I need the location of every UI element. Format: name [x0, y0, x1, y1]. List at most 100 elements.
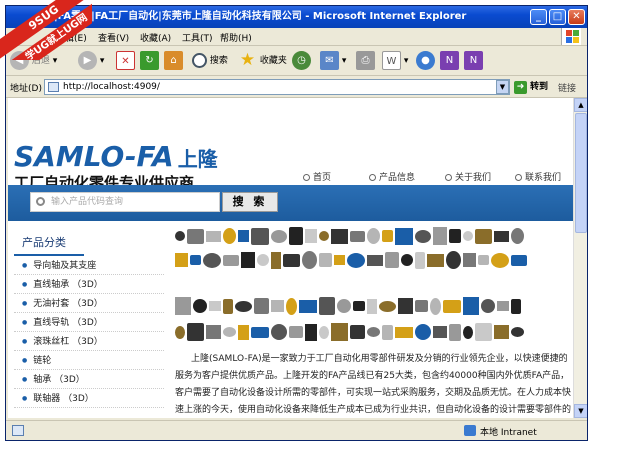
category-item[interactable]: 无油衬套 （3D）	[14, 294, 164, 313]
product-thumbnail[interactable]	[446, 251, 461, 269]
search-toolbar-button[interactable]: 搜索	[192, 50, 228, 72]
product-thumbnail[interactable]	[347, 252, 365, 268]
product-thumbnail[interactable]	[337, 299, 351, 313]
product-thumbnail[interactable]	[251, 326, 269, 338]
product-thumbnail[interactable]	[187, 228, 204, 244]
product-thumbnail[interactable]	[449, 323, 461, 341]
refresh-button[interactable]: ↻	[140, 50, 159, 72]
product-thumbnail[interactable]	[209, 301, 221, 311]
minimize-button[interactable]: _	[530, 9, 547, 25]
product-thumbnail[interactable]	[175, 231, 185, 241]
product-thumbnail[interactable]	[475, 228, 492, 244]
product-thumbnail[interactable]	[395, 326, 413, 338]
search-button[interactable]: 搜 索	[222, 192, 278, 212]
product-thumbnail[interactable]	[475, 323, 492, 341]
product-thumbnail[interactable]	[415, 300, 428, 312]
product-thumbnail[interactable]	[283, 253, 300, 267]
product-thumbnail[interactable]	[350, 230, 365, 242]
edit-button[interactable]: W ▾	[382, 50, 408, 72]
product-thumbnail[interactable]	[350, 325, 365, 339]
category-item[interactable]: 轴承 （3D）	[14, 370, 164, 389]
print-button[interactable]: ⎙	[356, 50, 375, 72]
product-thumbnail[interactable]	[206, 230, 221, 242]
product-thumbnail[interactable]	[289, 227, 303, 245]
address-input[interactable]: http://localhost:4909/	[44, 79, 510, 95]
product-thumbnail[interactable]	[494, 230, 509, 242]
favorites-button[interactable]: ★ 收藏夹	[238, 50, 287, 72]
product-thumbnail[interactable]	[415, 229, 431, 243]
product-thumbnail[interactable]	[223, 298, 233, 314]
product-thumbnail[interactable]	[367, 298, 377, 314]
history-button[interactable]: ◷	[292, 50, 311, 72]
product-thumbnail[interactable]	[398, 298, 413, 314]
nav-products[interactable]: 产品信息	[369, 170, 415, 183]
product-thumbnail[interactable]	[238, 230, 249, 242]
nav-about[interactable]: 关于我们	[445, 170, 491, 183]
title-bar[interactable]: |FA零件|FA工厂自动化|东莞市上隆自动化科技有限公司 - Microsoft…	[6, 6, 587, 28]
product-thumbnail[interactable]	[511, 298, 521, 314]
product-thumbnail[interactable]	[299, 299, 317, 313]
product-thumbnail[interactable]	[367, 228, 380, 244]
product-thumbnail[interactable]	[415, 251, 425, 269]
product-thumbnail[interactable]	[331, 323, 348, 341]
product-thumbnail[interactable]	[367, 254, 383, 266]
product-thumbnail[interactable]	[385, 252, 399, 268]
onenote-button-2[interactable]: N	[464, 50, 483, 72]
product-thumbnail[interactable]	[478, 255, 489, 265]
product-thumbnail[interactable]	[203, 252, 221, 268]
product-thumbnail[interactable]	[334, 255, 345, 265]
product-thumbnail[interactable]	[430, 297, 441, 315]
category-item[interactable]: 联轴器 （3D）	[14, 389, 164, 408]
category-item[interactable]: 直线导轨 （3D）	[14, 313, 164, 332]
product-thumbnail[interactable]	[257, 254, 269, 266]
onenote-button[interactable]: N	[440, 50, 459, 72]
maximize-button[interactable]: □	[549, 9, 566, 25]
product-thumbnail[interactable]	[271, 251, 281, 269]
menu-favorites[interactable]: 收藏(A)	[140, 31, 171, 44]
product-thumbnail[interactable]	[190, 255, 201, 265]
product-thumbnail[interactable]	[463, 253, 476, 267]
product-thumbnail[interactable]	[319, 253, 332, 267]
product-thumbnail[interactable]	[497, 301, 509, 311]
product-thumbnail[interactable]	[427, 253, 444, 267]
site-logo[interactable]: SAMLO-FA 上隆	[14, 140, 218, 173]
product-thumbnail[interactable]	[353, 301, 365, 311]
product-thumbnail[interactable]	[511, 327, 524, 337]
category-item[interactable]: 直线轴承 （3D）	[14, 275, 164, 294]
product-thumbnail[interactable]	[175, 253, 188, 267]
product-thumbnail[interactable]	[463, 297, 479, 315]
category-item[interactable]: 导向轴及其支座	[14, 256, 164, 275]
product-thumbnail[interactable]	[271, 300, 284, 312]
product-thumbnail[interactable]	[449, 229, 461, 243]
product-thumbnail[interactable]	[319, 325, 329, 339]
product-thumbnail[interactable]	[241, 252, 255, 268]
product-thumbnail[interactable]	[187, 323, 204, 341]
scroll-up-button[interactable]: ▲	[574, 98, 587, 112]
product-thumbnail[interactable]	[382, 324, 393, 340]
product-thumbnail[interactable]	[193, 299, 207, 313]
scroll-down-button[interactable]: ▼	[574, 404, 587, 418]
product-thumbnail[interactable]	[491, 252, 509, 268]
product-thumbnail[interactable]	[511, 228, 524, 244]
home-button[interactable]: ⌂	[164, 50, 183, 72]
product-thumbnail[interactable]	[494, 325, 509, 339]
product-thumbnail[interactable]	[463, 325, 473, 339]
product-thumbnail[interactable]	[305, 323, 317, 341]
product-thumbnail[interactable]	[463, 231, 473, 241]
product-thumbnail[interactable]	[305, 229, 317, 243]
product-thumbnail[interactable]	[382, 230, 393, 242]
product-thumbnail[interactable]	[223, 254, 239, 266]
links-label[interactable]: 链接	[558, 81, 576, 94]
product-thumbnail[interactable]	[286, 297, 297, 315]
nav-contact[interactable]: 联系我们	[515, 170, 561, 183]
product-thumbnail[interactable]	[238, 324, 249, 340]
product-thumbnail[interactable]	[175, 325, 185, 339]
mail-button[interactable]: ✉ ▾	[320, 50, 346, 72]
close-button[interactable]: ✕	[568, 9, 585, 25]
go-button[interactable]: ➜ 转到	[514, 80, 548, 95]
product-thumbnail[interactable]	[433, 326, 447, 338]
product-thumbnail[interactable]	[433, 227, 447, 245]
product-thumbnail[interactable]	[367, 327, 380, 337]
product-thumbnail[interactable]	[481, 299, 495, 313]
menu-view[interactable]: 查看(V)	[98, 31, 129, 44]
